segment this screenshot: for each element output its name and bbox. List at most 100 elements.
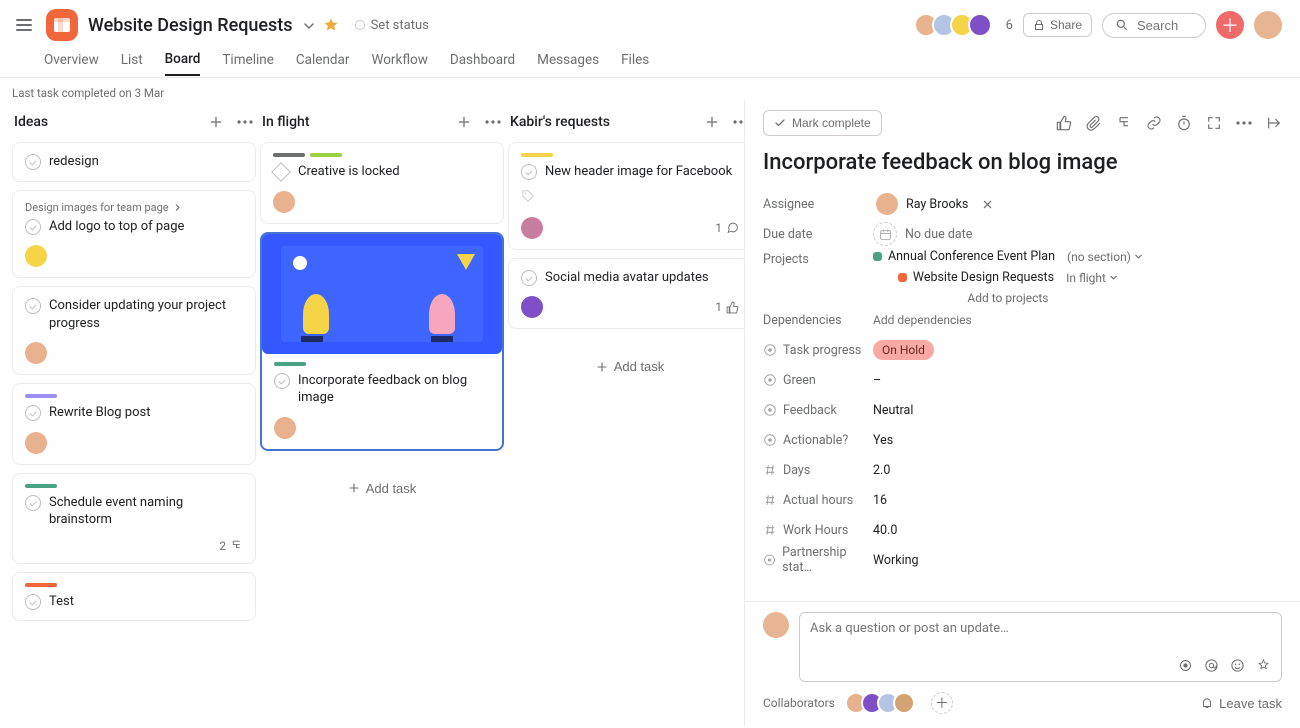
task-card[interactable]: redesign bbox=[12, 142, 256, 182]
column-menu-button[interactable] bbox=[234, 117, 256, 127]
set-status[interactable]: Set status bbox=[355, 18, 429, 33]
tab-calendar[interactable]: Calendar bbox=[296, 52, 350, 75]
comment-input[interactable] bbox=[810, 621, 1271, 651]
complete-toggle[interactable] bbox=[25, 154, 41, 170]
task-card[interactable]: Creative is locked bbox=[260, 142, 504, 224]
field-label: Work Hours bbox=[763, 523, 873, 538]
member-avatar bbox=[968, 13, 992, 37]
field-label: Feedback bbox=[763, 403, 873, 418]
project-title: Website Design Requests bbox=[88, 15, 293, 36]
menu-toggle[interactable] bbox=[12, 13, 36, 37]
share-button[interactable]: Share bbox=[1023, 13, 1092, 37]
column-add-button[interactable] bbox=[702, 112, 722, 132]
card-parent-link[interactable]: Design images for team page bbox=[25, 201, 243, 214]
complete-toggle[interactable] bbox=[25, 298, 41, 314]
tab-timeline[interactable]: Timeline bbox=[222, 52, 274, 75]
collab-avatar bbox=[893, 692, 915, 714]
card-assignee-avatar bbox=[25, 432, 47, 454]
field-value[interactable]: 40.0 bbox=[873, 523, 897, 538]
project-chip[interactable]: Annual Conference Event Plan bbox=[873, 249, 1055, 264]
task-card[interactable]: New header image for Facebook1 bbox=[508, 142, 744, 250]
column-title: In flight bbox=[262, 114, 446, 130]
timer-icon[interactable] bbox=[1176, 115, 1192, 131]
card-assignee-avatar bbox=[25, 342, 47, 364]
add-collaborator-button[interactable]: ＋ bbox=[931, 692, 953, 714]
record-video-icon[interactable] bbox=[1177, 657, 1193, 673]
dependencies-label: Dependencies bbox=[763, 313, 873, 328]
complete-toggle[interactable] bbox=[25, 219, 41, 235]
global-add-button[interactable]: ＋ bbox=[1216, 11, 1244, 39]
field-value[interactable]: Working bbox=[873, 553, 919, 568]
like-icon[interactable] bbox=[1056, 115, 1072, 131]
add-task-button[interactable]: Add task bbox=[260, 471, 504, 506]
more-icon[interactable] bbox=[1236, 115, 1252, 131]
mention-icon[interactable] bbox=[1203, 657, 1219, 673]
complete-toggle[interactable] bbox=[274, 373, 290, 389]
tab-files[interactable]: Files bbox=[621, 52, 649, 75]
field-value[interactable]: – bbox=[873, 373, 881, 388]
task-card[interactable]: Rewrite Blog post bbox=[12, 383, 256, 465]
collaborators-stack[interactable] bbox=[845, 692, 915, 714]
tab-board[interactable]: Board bbox=[165, 51, 201, 76]
subtasks-icon[interactable] bbox=[1116, 115, 1132, 131]
tab-dashboard[interactable]: Dashboard bbox=[450, 52, 515, 75]
appreciate-icon[interactable] bbox=[1255, 657, 1271, 673]
task-card[interactable]: Incorporate feedback on blog image bbox=[260, 232, 504, 451]
fullscreen-icon[interactable] bbox=[1206, 115, 1222, 131]
assignee-chip[interactable]: Ray Brooks bbox=[873, 190, 974, 218]
field-value[interactable]: 2.0 bbox=[873, 463, 890, 478]
column-add-button[interactable] bbox=[206, 112, 226, 132]
field-value-pill[interactable]: On Hold bbox=[873, 340, 934, 360]
add-task-button[interactable]: Add task bbox=[508, 349, 744, 384]
project-dropdown-chevron[interactable] bbox=[303, 20, 313, 30]
column-menu-button[interactable] bbox=[730, 117, 744, 127]
tab-workflow[interactable]: Workflow bbox=[371, 52, 427, 75]
remove-assignee-icon[interactable] bbox=[982, 199, 993, 210]
add-to-projects-link[interactable]: Add to projects bbox=[967, 291, 1048, 305]
tab-overview[interactable]: Overview bbox=[44, 52, 99, 75]
leave-task-button[interactable]: Leave task bbox=[1200, 696, 1282, 711]
task-card[interactable]: Schedule event naming brainstorm2 bbox=[12, 473, 256, 564]
calendar-icon bbox=[873, 222, 897, 246]
complete-toggle[interactable] bbox=[521, 270, 537, 286]
due-date-value[interactable]: No due date bbox=[873, 222, 972, 246]
complete-toggle[interactable] bbox=[25, 495, 41, 511]
close-panel-icon[interactable] bbox=[1266, 115, 1282, 131]
tag-icon bbox=[521, 189, 739, 207]
comment-box[interactable] bbox=[799, 612, 1282, 682]
complete-toggle[interactable] bbox=[25, 594, 41, 610]
bell-icon bbox=[1200, 696, 1214, 710]
task-title[interactable]: Incorporate feedback on blog image bbox=[745, 146, 1300, 189]
card-cover-image bbox=[262, 234, 502, 354]
mark-complete-button[interactable]: Mark complete bbox=[763, 110, 882, 136]
emoji-icon[interactable] bbox=[1229, 657, 1245, 673]
current-user-avatar[interactable] bbox=[1254, 11, 1282, 39]
tab-list[interactable]: List bbox=[121, 52, 143, 75]
project-members[interactable] bbox=[914, 13, 992, 37]
complete-toggle[interactable] bbox=[521, 164, 537, 180]
field-value[interactable]: Neutral bbox=[873, 403, 913, 418]
field-label: Actual hours bbox=[763, 493, 873, 508]
complete-toggle[interactable] bbox=[25, 405, 41, 421]
tab-messages[interactable]: Messages bbox=[537, 52, 599, 75]
field-value[interactable]: Yes bbox=[873, 433, 893, 448]
column-menu-button[interactable] bbox=[482, 117, 504, 127]
project-chip[interactable]: Website Design Requests bbox=[898, 270, 1054, 285]
attachment-icon[interactable] bbox=[1086, 115, 1102, 131]
task-card[interactable]: Test bbox=[12, 572, 256, 622]
search-icon bbox=[1115, 18, 1129, 32]
task-card[interactable]: Consider updating your project progress bbox=[12, 286, 256, 375]
card-title: Consider updating your project progress bbox=[49, 297, 243, 332]
project-section-dropdown[interactable]: (no section) bbox=[1067, 250, 1143, 264]
search-box[interactable] bbox=[1102, 13, 1206, 38]
milestone-icon[interactable] bbox=[271, 162, 291, 182]
copy-link-icon[interactable] bbox=[1146, 115, 1162, 131]
search-input[interactable] bbox=[1137, 18, 1197, 33]
field-value[interactable]: 16 bbox=[873, 493, 887, 508]
column-add-button[interactable] bbox=[454, 112, 474, 132]
add-dependencies-link[interactable]: Add dependencies bbox=[873, 313, 972, 327]
task-card[interactable]: Design images for team page Add logo to … bbox=[12, 190, 256, 279]
task-card[interactable]: Social media avatar updates1 bbox=[508, 258, 744, 330]
project-section-dropdown[interactable]: In flight bbox=[1066, 271, 1118, 285]
star-icon[interactable] bbox=[323, 17, 339, 33]
